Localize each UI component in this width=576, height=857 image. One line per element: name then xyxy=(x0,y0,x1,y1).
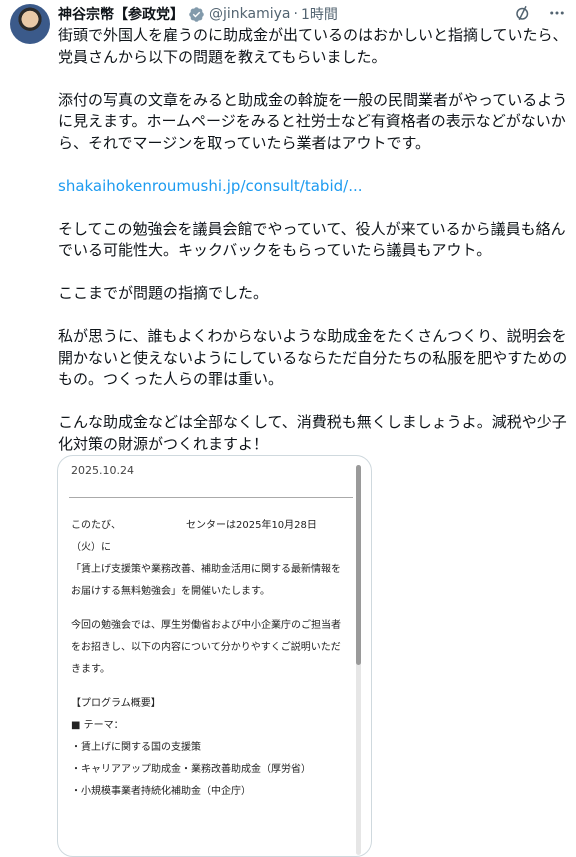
author-avatar[interactable] xyxy=(10,4,50,44)
doc-line: ・賃上げに関する国の支援策 xyxy=(71,742,201,753)
doc-scrollbar-thumb xyxy=(356,465,361,665)
post-text-line: 開かないと使えないようにしているならただ自分たちの私服を肥やすための xyxy=(58,348,568,367)
post-text-line: 化対策の財源がつくれますよ！ xyxy=(58,434,269,453)
doc-line: 【プログラム概要】 xyxy=(71,698,161,709)
post-text-line: でいる可能性大。キックバックをもらっていたら議員もアウト。 xyxy=(58,241,492,259)
doc-date: 2025.10.24 xyxy=(71,464,134,477)
post-text-line: 街頭で外国人を雇うのに助成金が出ているのはおかしいと指摘していたら、 xyxy=(58,26,568,44)
post-body: 街頭で外国人を雇うのに助成金が出ているのはおかしいと指摘していたら、 党員さんか… xyxy=(58,25,568,455)
post-text-line: そしてこの勉強会を議員会館でやっていて、役人が来ているから議員も絡ん xyxy=(58,219,566,238)
document-image: 2025.10.24 このたび、 センターは2025年10月28日 （火）に 「… xyxy=(59,457,363,856)
verified-badge-icon xyxy=(188,6,205,23)
author-display-name[interactable]: 神谷宗幣【参政党】 xyxy=(58,4,184,24)
post-text-line: 添付の写真の文章をみると助成金の斡旋を一般の民間業者がやっているよう xyxy=(58,90,568,109)
doc-line: （火）に xyxy=(71,542,111,553)
doc-divider xyxy=(69,497,353,498)
attached-image[interactable]: 2025.10.24 このたび、 センターは2025年10月28日 （火）に 「… xyxy=(57,455,372,857)
post-text-line: もの。つくった人らの罪は重い。 xyxy=(58,370,284,388)
doc-line: をお招きし、以下の内容について分かりやすくご説明いただ xyxy=(71,642,341,653)
author-handle[interactable]: @jinkamiya xyxy=(209,6,290,22)
separator-dot: · xyxy=(293,6,298,22)
more-dots-icon[interactable] xyxy=(548,4,566,22)
doc-line: ・小規模事業者持続化補助金（中企庁） xyxy=(71,786,251,797)
post-text-line: ここまでが問題の指摘でした。 xyxy=(58,284,269,302)
doc-line: ・キャリアアップ助成金・業務改善助成金（厚労省） xyxy=(71,764,311,775)
post-link[interactable]: shakaihokenroumushi.jp/consult/tabid/... xyxy=(58,177,363,195)
post-text-line: こんな助成金などは全部なくして、消費税も無くしましょうよ。減税や少子 xyxy=(58,413,567,431)
post-text-line: 私が思うに、誰もよくわからないような助成金をたくさんつくり、説明会を xyxy=(58,327,567,345)
post-text-line: に見えます。ホームページをみると社労士など有資格者の表示などがないか xyxy=(58,112,566,130)
grok-icon[interactable] xyxy=(514,4,532,22)
doc-line: このたび、 センターは2025年10月28日 xyxy=(71,520,317,531)
post-text-line: ら、それでマージンを取っていたら業者はアウトです。 xyxy=(58,133,431,152)
doc-line: 今回の勉強会では、厚生労働省および中小企業庁のご担当者 xyxy=(71,620,341,631)
post-time[interactable]: 1時間 xyxy=(301,4,338,24)
doc-line: きます。 xyxy=(71,664,110,675)
doc-body: このたび、 センターは2025年10月28日 （火）に 「賃上げ支援策や業務改善… xyxy=(71,515,357,803)
post-text-line: 党員さんから以下の問題を教えてもらいました。 xyxy=(58,47,387,66)
doc-line: 「賃上げ支援策や業務改善、補助金活用に関する最新情報を xyxy=(71,564,341,575)
doc-line: お届けする無料勉強会」を開催いたします。 xyxy=(71,586,270,597)
post-header: 神谷宗幣【参政党】 @jinkamiya · 1時間 xyxy=(58,4,566,24)
doc-line: ■ テーマ： xyxy=(71,720,124,731)
